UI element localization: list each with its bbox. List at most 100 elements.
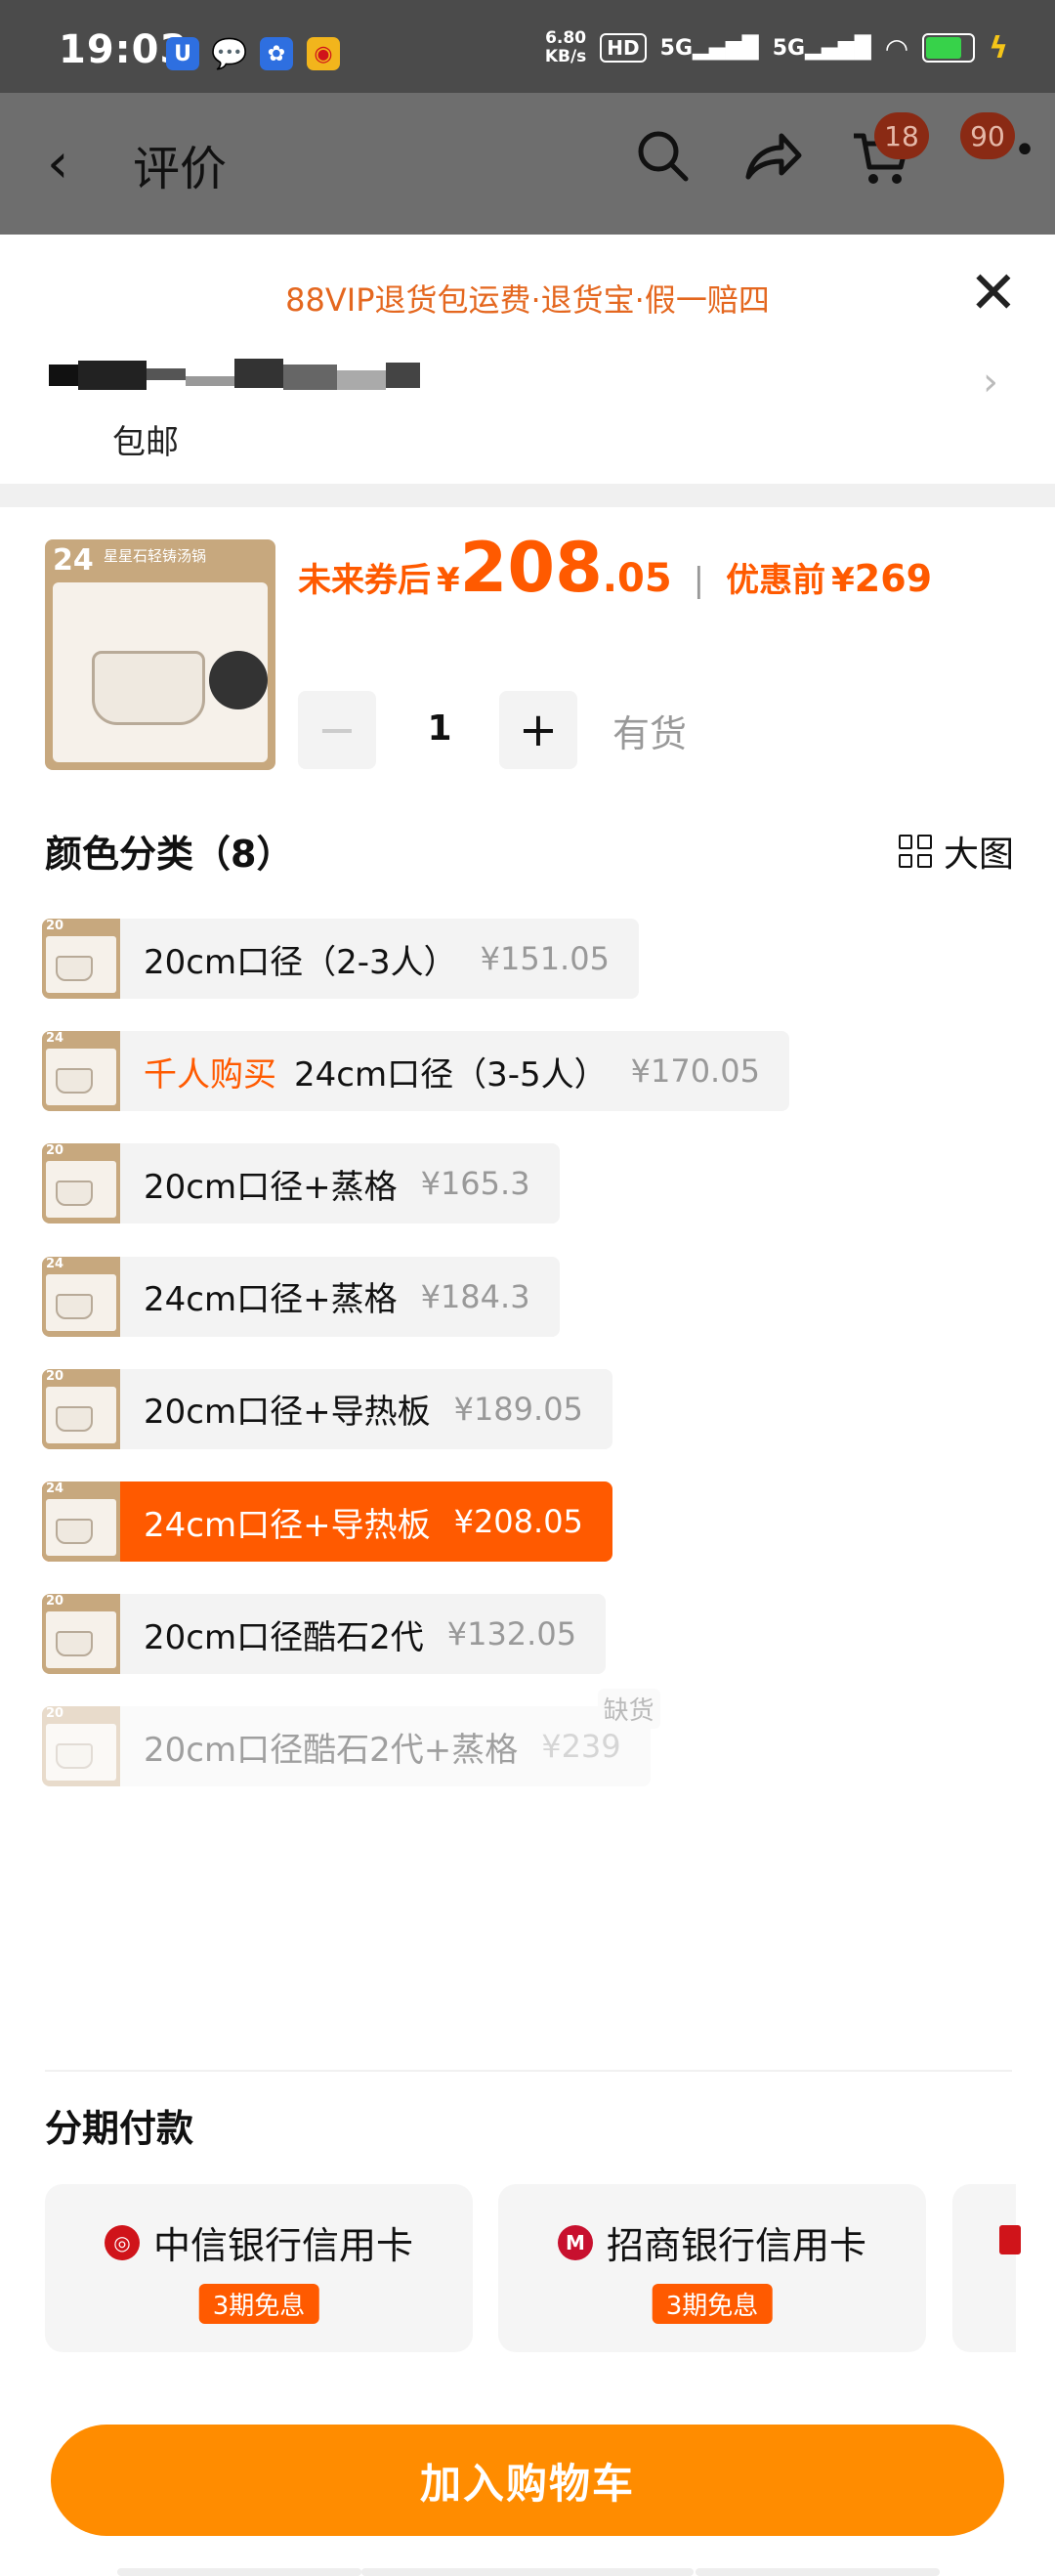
close-icon[interactable]: ✕ <box>969 264 1018 322</box>
before-price: 269 <box>854 557 933 600</box>
status-right: 6.80 KB/s HD 5G▂▄▆█ 5G▂▄▆█ ◠ ϟ <box>545 29 1008 66</box>
network-speed-unit: KB/s <box>544 47 587 66</box>
installment-card-next[interactable] <box>952 2184 1021 2352</box>
product-image-number: 24 <box>53 543 94 578</box>
search-icon[interactable] <box>635 128 692 197</box>
variant-thumbnail: 20 <box>42 919 120 999</box>
address-redacted[interactable] <box>49 357 420 402</box>
variant-name: 24cm口径（3-5人） <box>294 1054 608 1095</box>
out-of-stock-badge: 缺货 <box>597 1689 660 1730</box>
variant-thumbnail: 20 <box>42 1706 120 1787</box>
variant-thumbnail-pot <box>56 1631 93 1657</box>
variant-price: ¥184.3 <box>420 1277 530 1315</box>
section-divider <box>0 484 1055 507</box>
variant-price: ¥165.3 <box>420 1165 530 1203</box>
status-bar: 19:03 U 💬 ✿ ◉ 6.80 KB/s HD 5G▂▄▆█ 5G▂▄▆█… <box>0 0 1055 93</box>
signal-bars-icon: ▂▄▆█ <box>805 35 871 61</box>
variant-thumbnail-size: 24 <box>46 1481 64 1496</box>
grid-icon <box>898 835 932 868</box>
installment-offer-badge: 3期免息 <box>198 2284 319 2324</box>
address-chevron-icon[interactable]: › <box>983 360 998 405</box>
installment-card-cmb[interactable]: M 招商银行信用卡 3期免息 <box>498 2184 926 2352</box>
variant-price: ¥208.05 <box>453 1503 583 1540</box>
variant-price: ¥170.05 <box>630 1052 760 1091</box>
price-line: 未来券后 ¥ 208 .05 | 优惠前 ¥269 <box>298 528 932 608</box>
price-separator: | <box>693 561 705 600</box>
signal-5g-1: 5G▂▄▆█ <box>660 36 759 61</box>
bank-logo-icon <box>999 2225 1021 2254</box>
variant-name: 20cm口径+导热板 <box>144 1393 431 1433</box>
variant-option[interactable]: 20 20cm口径酷石2代 ¥132.05 <box>42 1594 607 1675</box>
variant-price: ¥189.05 <box>453 1390 583 1428</box>
product-image[interactable]: 24 星星石轻铸汤锅 <box>45 539 275 770</box>
variant-tag: 千人购买 <box>144 1054 276 1095</box>
variant-thumbnail: 24 <box>42 1031 120 1112</box>
currency-symbol: ¥ <box>437 561 460 600</box>
more-badge: 90 <box>960 112 1015 159</box>
color-section-title: 颜色分类（8） <box>45 833 294 876</box>
net2-label: 5G <box>772 35 806 61</box>
installment-offer-badge: 3期免息 <box>652 2284 773 2324</box>
stock-status: 有货 <box>612 712 688 755</box>
net1-label: 5G <box>659 35 694 61</box>
price-label: 未来券后 <box>298 561 431 600</box>
variant-thumbnail-pot <box>56 956 93 981</box>
variant-option[interactable]: 24 24cm口径+导热板 ¥208.05 <box>42 1481 612 1562</box>
big-view-label: 大图 <box>943 835 1014 875</box>
variant-thumbnail: 24 <box>42 1481 120 1562</box>
back-icon[interactable]: ‹ <box>47 132 68 195</box>
add-to-cart-button[interactable]: 加入购物车 <box>51 2425 1004 2536</box>
variant-name: 24cm口径+导热板 <box>144 1505 431 1545</box>
notification-icons: U 💬 ✿ ◉ <box>166 36 340 71</box>
wifi-icon: ◠ <box>884 31 909 64</box>
share-icon[interactable] <box>742 128 803 197</box>
installment-card-citic[interactable]: ◎ 中信银行信用卡 3期免息 <box>45 2184 473 2352</box>
variant-thumbnail-pot <box>56 1405 93 1432</box>
app-u-icon: U <box>166 37 199 70</box>
battery-fill <box>926 37 962 59</box>
hd-badge: HD <box>600 33 647 63</box>
variant-thumbnail-size: 20 <box>46 1706 64 1722</box>
network-speed: 6.80 KB/s <box>545 29 586 66</box>
variant-thumbnail: 20 <box>42 1368 120 1449</box>
section-divider-thin <box>45 2070 1012 2072</box>
before-label: 优惠前 <box>726 561 826 600</box>
variant-thumbnail-size: 20 <box>46 919 64 933</box>
network-speed-value: 6.80 <box>545 28 587 48</box>
installment-card-title: M 招商银行信用卡 <box>498 2215 926 2269</box>
variant-thumbnail-pot <box>56 1743 93 1770</box>
bank-name: 中信银行信用卡 <box>152 2224 413 2267</box>
variant-thumbnail-pot <box>56 1181 93 1207</box>
bank-name: 招商银行信用卡 <box>606 2224 866 2267</box>
shipping-label: 包邮 <box>112 423 179 462</box>
nav-hint <box>696 2568 940 2576</box>
variant-option[interactable]: 20 20cm口径+蒸格 ¥165.3 <box>42 1143 560 1224</box>
variant-option[interactable]: 24 千人购买 24cm口径（3-5人） ¥170.05 <box>42 1031 789 1112</box>
big-view-toggle[interactable]: 大图 <box>898 826 1014 877</box>
heat-plate-illustration <box>209 651 268 709</box>
sku-sheet: 88VIP退货包运费·退货宝·假一赔四 ✕ › 包邮 24 星星石轻铸汤锅 未来… <box>0 235 1055 2576</box>
weibo-icon: ◉ <box>307 37 340 70</box>
variant-option[interactable]: 20 20cm口径（2-3人） ¥151.05 <box>42 919 639 999</box>
variant-thumbnail: 24 <box>42 1256 120 1337</box>
variant-thumbnail: 20 <box>42 1594 120 1675</box>
variant-name: 20cm口径酷石2代 <box>144 1617 424 1657</box>
variant-option[interactable]: 24 24cm口径+蒸格 ¥184.3 <box>42 1256 560 1337</box>
installment-card-title: ◎ 中信银行信用卡 <box>45 2215 473 2269</box>
charging-icon: ϟ <box>989 30 1008 65</box>
citic-bank-icon: ◎ <box>104 2224 140 2260</box>
nav-hint <box>117 2568 361 2576</box>
variant-name: 20cm口径酷石2代+蒸格 <box>144 1730 519 1770</box>
decrease-button[interactable]: − <box>298 691 376 769</box>
price-integer: 208 <box>459 528 603 608</box>
message-icon: 💬 <box>211 36 248 71</box>
variant-option[interactable]: 20 20cm口径+导热板 ¥189.05 <box>42 1368 612 1449</box>
quantity-value[interactable]: 1 <box>401 708 479 749</box>
signal-5g-2: 5G▂▄▆█ <box>773 36 871 61</box>
variant-name: 24cm口径+蒸格 <box>144 1280 398 1320</box>
increase-button[interactable]: + <box>499 691 577 769</box>
cart-badge: 18 <box>874 112 929 159</box>
signal-bars-icon: ▂▄▆█ <box>693 35 759 61</box>
variant-thumbnail-pot <box>56 1519 93 1544</box>
cmb-bank-icon: M <box>557 2224 593 2260</box>
